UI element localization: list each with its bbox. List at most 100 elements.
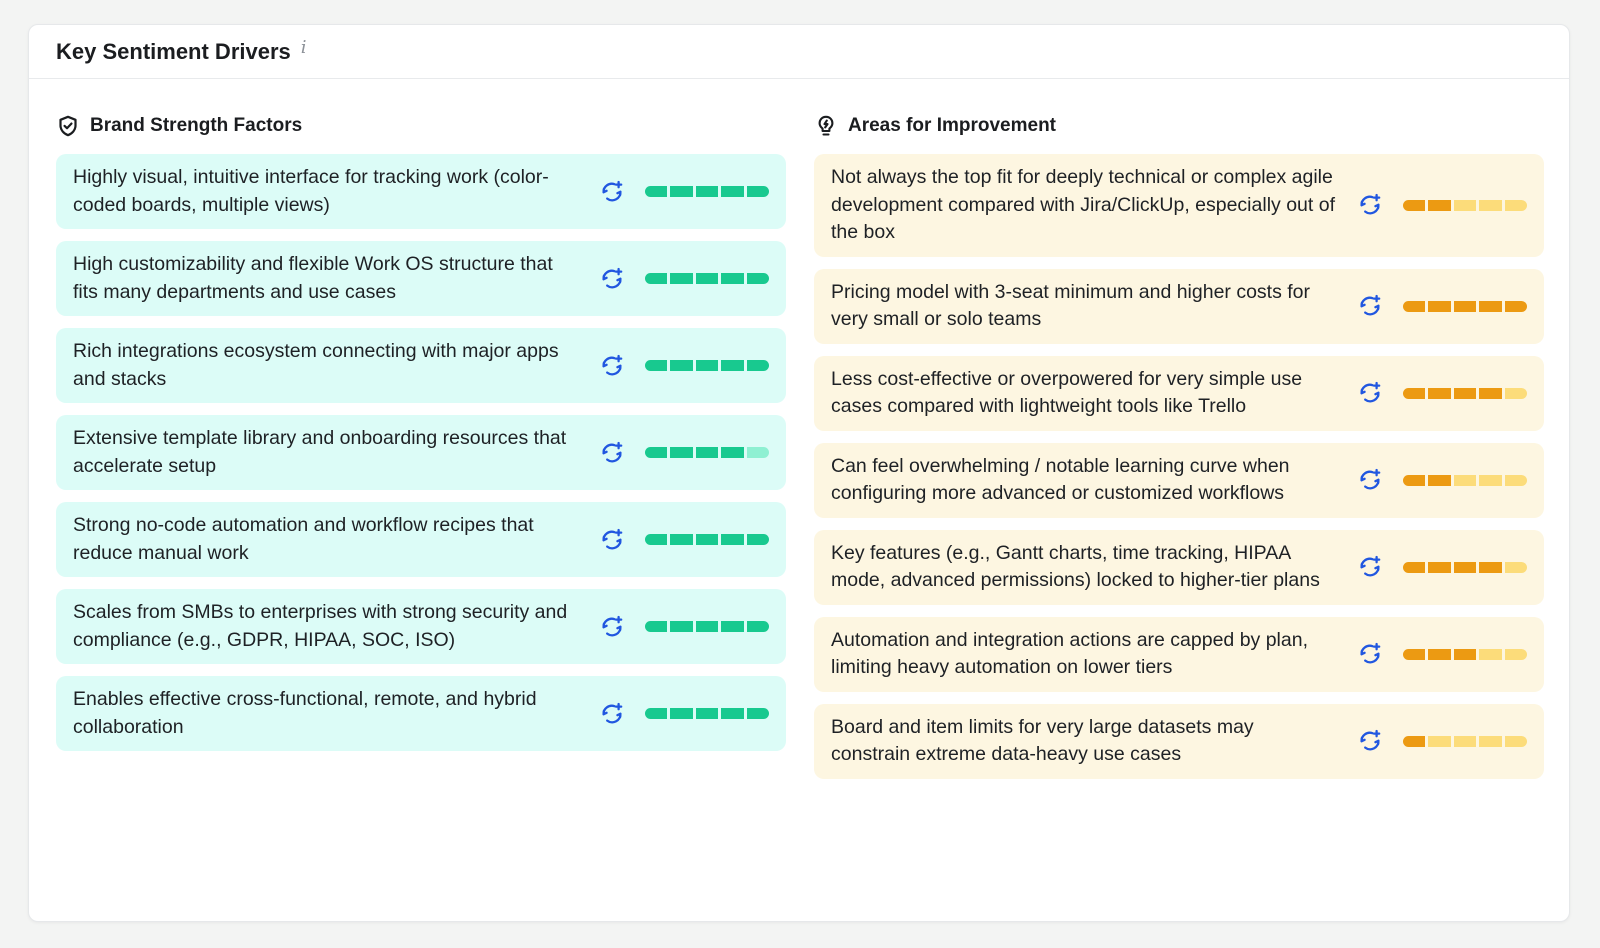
- strength-item-text: Scales from SMBs to enterprises with str…: [73, 601, 568, 651]
- improvement-item-text: Less cost-effective or overpowered for v…: [831, 367, 1303, 418]
- score-segment: [721, 273, 744, 284]
- regenerate-icon[interactable]: [597, 177, 627, 207]
- strength-item-text: Enables effective cross-functional, remo…: [73, 688, 537, 738]
- score-segment: [1453, 561, 1477, 573]
- regenerate-icon[interactable]: [597, 438, 627, 468]
- regenerate-icon[interactable]: [1355, 190, 1385, 220]
- regenerate-icon[interactable]: [1355, 726, 1385, 756]
- regenerate-icon[interactable]: [1355, 291, 1385, 321]
- score-segment: [721, 708, 744, 719]
- score-segment: [721, 534, 744, 545]
- score-segment: [746, 534, 770, 545]
- score-segment: [1403, 300, 1426, 312]
- strength-item-text: Rich integrations ecosystem connecting w…: [73, 340, 559, 390]
- score-segment: [1479, 474, 1502, 486]
- regenerate-icon[interactable]: [597, 264, 627, 294]
- score-segment: [1504, 648, 1528, 660]
- regenerate-icon[interactable]: [1355, 639, 1385, 669]
- score-segment: [1428, 300, 1451, 312]
- shield-check-icon: [59, 115, 77, 137]
- score-segment: [670, 708, 693, 719]
- strengths-header: Brand Strength Factors: [56, 105, 786, 147]
- card-header: Key Sentiment Drivers i: [29, 25, 1569, 79]
- lightbulb-icon: [818, 115, 834, 136]
- score-segment: [1428, 387, 1451, 399]
- score-segment: [1479, 300, 1502, 312]
- score-segment: [1504, 387, 1528, 399]
- score-segment: [746, 621, 770, 632]
- strength-item: Extensive template library and onboardin…: [56, 415, 786, 490]
- improvement-score-bar: [1403, 387, 1528, 399]
- score-segment: [645, 534, 668, 545]
- score-segment: [1403, 199, 1426, 211]
- strength-item-text: Highly visual, intuitive interface for t…: [73, 166, 549, 216]
- score-segment: [721, 360, 744, 371]
- score-segment: [746, 447, 770, 458]
- score-segment: [721, 621, 744, 632]
- regenerate-icon[interactable]: [1355, 552, 1385, 582]
- strength-score-bar: [645, 534, 770, 545]
- score-segment: [670, 447, 693, 458]
- improvements-column: Areas for Improvement Not always the top…: [814, 105, 1544, 779]
- improvement-item: Pricing model with 3-seat minimum and hi…: [814, 268, 1544, 344]
- score-segment: [1428, 474, 1451, 486]
- score-segment: [1403, 387, 1426, 399]
- regenerate-icon[interactable]: [1355, 378, 1385, 408]
- score-segment: [1504, 474, 1528, 486]
- info-icon[interactable]: i: [301, 37, 307, 58]
- regenerate-icon[interactable]: [597, 351, 627, 381]
- score-segment: [1504, 199, 1528, 211]
- score-segment: [1453, 648, 1477, 660]
- score-segment: [1428, 648, 1451, 660]
- score-segment: [1428, 199, 1451, 211]
- regenerate-icon[interactable]: [597, 699, 627, 729]
- score-segment: [1453, 735, 1477, 747]
- score-segment: [645, 186, 668, 197]
- regenerate-icon[interactable]: [597, 612, 627, 642]
- strength-score-bar: [645, 621, 770, 632]
- score-segment: [746, 186, 770, 197]
- strength-score-bar: [645, 273, 770, 284]
- regenerate-icon[interactable]: [597, 525, 627, 555]
- improvement-item: Key features (e.g., Gantt charts, time t…: [814, 529, 1544, 605]
- regenerate-icon[interactable]: [1355, 465, 1385, 495]
- strength-item: Strong no-code automation and workflow r…: [56, 502, 786, 577]
- score-segment: [645, 447, 668, 458]
- strength-item-text: Strong no-code automation and workflow r…: [73, 514, 534, 564]
- score-segment: [670, 360, 693, 371]
- score-segment: [1479, 561, 1502, 573]
- score-segment: [1479, 735, 1502, 747]
- score-segment: [1504, 561, 1528, 573]
- improvement-score-bar: [1403, 561, 1528, 573]
- score-segment: [746, 360, 770, 371]
- improvement-score-bar: [1403, 300, 1528, 312]
- card-title: Key Sentiment Drivers: [56, 38, 291, 64]
- improvement-item: Less cost-effective or overpowered for v…: [814, 355, 1544, 431]
- strength-score-bar: [645, 447, 770, 458]
- score-segment: [1428, 561, 1451, 573]
- score-segment: [645, 621, 668, 632]
- improvement-item-text: Pricing model with 3-seat minimum and hi…: [831, 280, 1311, 331]
- improvements-header: Areas for Improvement: [814, 105, 1544, 147]
- improvement-item: Not always the top fit for deeply techni…: [814, 154, 1544, 257]
- score-segment: [1428, 735, 1451, 747]
- score-segment: [1453, 387, 1477, 399]
- score-segment: [1453, 300, 1477, 312]
- score-segment: [670, 186, 693, 197]
- score-segment: [695, 534, 719, 545]
- improvements-title: Areas for Improvement: [848, 115, 1057, 136]
- improvement-item-text: Board and item limits for very large dat…: [831, 715, 1254, 766]
- improvement-item-text: Automation and integration actions are c…: [831, 628, 1308, 679]
- improvement-item: Can feel overwhelming / notable learning…: [814, 442, 1544, 518]
- strength-item: Enables effective cross-functional, remo…: [56, 676, 786, 751]
- score-segment: [1453, 474, 1477, 486]
- score-segment: [695, 621, 719, 632]
- score-segment: [670, 273, 693, 284]
- score-segment: [670, 534, 693, 545]
- strength-item: Rich integrations ecosystem connecting w…: [56, 328, 786, 403]
- score-segment: [746, 273, 770, 284]
- score-segment: [695, 360, 719, 371]
- improvement-item-text: Not always the top fit for deeply techni…: [831, 166, 1335, 243]
- improvement-score-bar: [1403, 648, 1528, 660]
- improvement-item: Board and item limits for very large dat…: [814, 703, 1544, 779]
